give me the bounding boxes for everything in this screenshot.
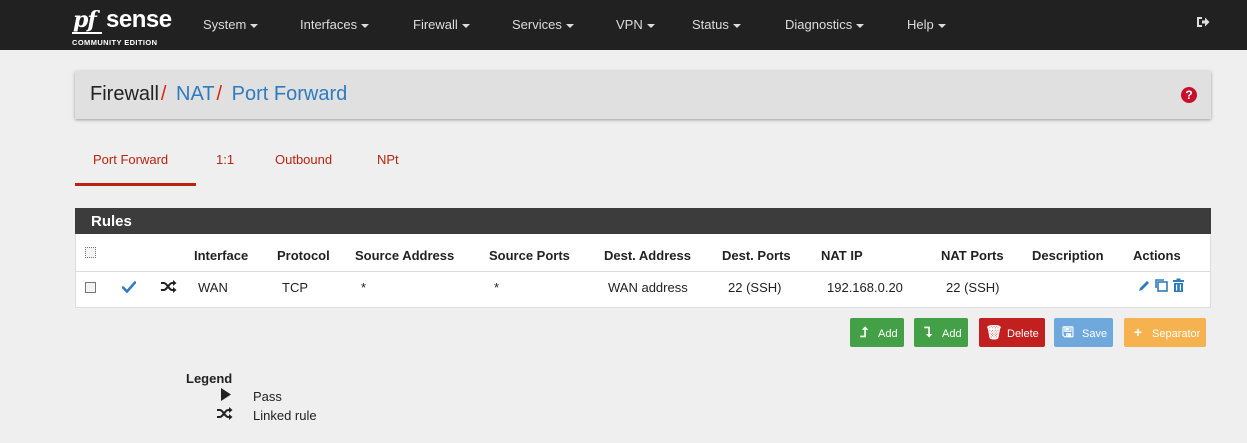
nav-help[interactable]: Help: [907, 17, 946, 32]
cell-source-address: *: [361, 280, 367, 295]
pencil-icon[interactable]: [1137, 279, 1151, 293]
cell-protocol: TCP: [282, 280, 308, 295]
nav-services[interactable]: Services: [512, 17, 574, 32]
caret-down-icon: [646, 23, 655, 28]
col-dest-ports[interactable]: Dest. Ports: [722, 248, 791, 263]
cell-source-ports: *: [494, 280, 500, 295]
legend-title: Legend: [186, 371, 233, 386]
col-actions: Actions: [1133, 248, 1181, 263]
tab-one-to-one[interactable]: 1:1: [216, 152, 234, 167]
random-linked-icon: [217, 407, 233, 420]
tab-port-forward[interactable]: Port Forward: [93, 152, 168, 167]
top-navbar: pf sense COMMUNITY EDITION System Interf…: [0, 0, 1247, 50]
arrow-up-icon: ⮥: [859, 324, 869, 340]
col-dest-address[interactable]: Dest. Address: [604, 248, 691, 263]
breadcrumb: Firewall / NAT / Port Forward: [90, 83, 348, 105]
col-source-address[interactable]: Source Address: [355, 248, 454, 263]
cell-dest-ports: 22 (SSH): [728, 280, 782, 295]
nav-firewall[interactable]: Firewall: [413, 17, 470, 32]
save-button[interactable]: 🖫 Save: [1054, 318, 1114, 347]
plus-icon: +: [1133, 324, 1143, 340]
col-nat-ip[interactable]: NAT IP: [821, 248, 863, 263]
caret-down-icon: [461, 23, 470, 28]
row-checkbox[interactable]: [85, 282, 96, 293]
caret-down-icon: [250, 23, 259, 28]
col-protocol[interactable]: Protocol: [277, 248, 330, 263]
select-all-checkbox[interactable]: [85, 247, 96, 258]
delete-button[interactable]: 🗑 Delete: [979, 318, 1045, 347]
nav-system[interactable]: System: [203, 17, 259, 32]
pfsense-logo[interactable]: pf sense COMMUNITY EDITION: [72, 6, 176, 48]
sign-out-icon[interactable]: [1196, 15, 1210, 29]
breadcrumb-port-forward[interactable]: Port Forward: [232, 83, 348, 105]
caret-down-icon: [732, 23, 741, 28]
logo-edition: COMMUNITY EDITION: [72, 38, 158, 47]
rules-table: Interface Protocol Source Address Source…: [75, 234, 1211, 308]
trash-icon: 🗑: [985, 324, 1003, 340]
caret-down-icon: [361, 23, 370, 28]
play-icon: [221, 388, 231, 401]
active-tab-indicator: [75, 183, 196, 186]
col-description[interactable]: Description: [1032, 248, 1104, 263]
cell-nat-ip: 192.168.0.20: [827, 280, 903, 295]
logo-pf-box: pf: [72, 7, 102, 34]
logo-prefix: pf: [73, 7, 97, 33]
check-icon[interactable]: [122, 280, 136, 294]
separator-button[interactable]: + Separator: [1124, 318, 1207, 347]
breadcrumb-firewall: Firewall: [90, 83, 159, 105]
col-interface[interactable]: Interface: [194, 248, 248, 263]
logo-name: sense: [106, 6, 172, 33]
header-divider: [76, 271, 1210, 272]
breadcrumb-panel: Firewall / NAT / Port Forward ?: [75, 71, 1211, 119]
cell-dest-address: WAN address: [608, 280, 688, 295]
copy-icon[interactable]: [1154, 278, 1169, 293]
nav-diagnostics[interactable]: Diagnostics: [785, 17, 865, 32]
col-nat-ports[interactable]: NAT Ports: [941, 248, 1004, 263]
caret-down-icon: [565, 23, 574, 28]
caret-down-icon: [856, 23, 865, 28]
legend-pass: Pass: [253, 389, 282, 404]
tab-outbound[interactable]: Outbound: [275, 152, 332, 167]
help-icon[interactable]: ?: [1181, 87, 1197, 103]
breadcrumb-nat[interactable]: NAT: [176, 83, 215, 105]
tab-npt[interactable]: NPt: [377, 152, 399, 167]
nav-status[interactable]: Status: [692, 17, 741, 32]
col-source-ports[interactable]: Source Ports: [489, 248, 570, 263]
legend-linked-rule: Linked rule: [253, 408, 317, 423]
cell-interface: WAN: [198, 280, 228, 295]
cell-nat-ports: 22 (SSH): [946, 280, 1000, 295]
floppy-icon: 🖫: [1062, 324, 1074, 340]
nav-interfaces[interactable]: Interfaces: [300, 17, 370, 32]
trash-icon[interactable]: [1172, 278, 1185, 293]
rules-panel-title: Rules: [75, 208, 1211, 234]
arrow-down-icon: ⮧: [923, 324, 933, 340]
nav-vpn[interactable]: VPN: [616, 17, 655, 32]
add-top-button[interactable]: ⮥ Add: [850, 318, 904, 347]
random-linked-icon: [161, 280, 177, 293]
add-bottom-button[interactable]: ⮧ Add: [914, 318, 968, 347]
caret-down-icon: [937, 23, 946, 28]
